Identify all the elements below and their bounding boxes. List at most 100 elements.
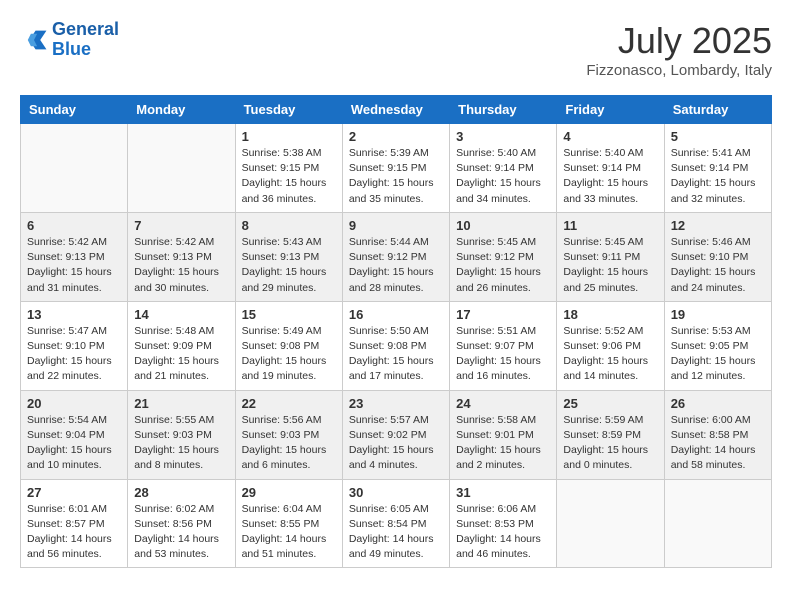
day-detail: Sunrise: 5:40 AMSunset: 9:14 PMDaylight:… <box>563 146 657 207</box>
calendar-cell: 29Sunrise: 6:04 AMSunset: 8:55 PMDayligh… <box>235 479 342 568</box>
day-detail: Sunrise: 5:43 AMSunset: 9:13 PMDaylight:… <box>242 235 336 296</box>
day-number: 3 <box>456 129 550 144</box>
day-detail: Sunrise: 5:50 AMSunset: 9:08 PMDaylight:… <box>349 324 443 385</box>
calendar-cell: 14Sunrise: 5:48 AMSunset: 9:09 PMDayligh… <box>128 301 235 390</box>
day-number: 15 <box>242 307 336 322</box>
day-number: 24 <box>456 396 550 411</box>
calendar-cell: 31Sunrise: 6:06 AMSunset: 8:53 PMDayligh… <box>450 479 557 568</box>
day-number: 13 <box>27 307 121 322</box>
calendar-cell: 16 Sunrise: 5:50 AMSunset: 9:08 PMDayligh… <box>342 301 449 390</box>
day-detail: Sunrise: 5:52 AMSunset: 9:06 PMDaylight:… <box>563 324 657 385</box>
day-detail: Sunrise: 5:56 AMSunset: 9:03 PMDaylight:… <box>242 413 336 474</box>
calendar-cell <box>557 479 664 568</box>
day-detail: Sunrise: 5:42 AMSunset: 9:13 PMDaylight:… <box>134 235 228 296</box>
day-number: 8 <box>242 218 336 233</box>
day-number: 19 <box>671 307 765 322</box>
calendar-cell: 5Sunrise: 5:41 AMSunset: 9:14 PMDaylight… <box>664 124 771 213</box>
logo-line2: Blue <box>52 39 91 59</box>
day-number: 2 <box>349 129 443 144</box>
calendar-cell: 26Sunrise: 6:00 AMSunset: 8:58 PMDayligh… <box>664 390 771 479</box>
weekday-header: Sunday <box>21 96 128 124</box>
day-detail: Sunrise: 5:45 AMSunset: 9:12 PMDaylight:… <box>456 235 550 296</box>
calendar-cell: 2 Sunrise: 5:39 AMSunset: 9:15 PMDaylight… <box>342 124 449 213</box>
day-detail: Sunrise: 5:58 AMSunset: 9:01 PMDaylight:… <box>456 413 550 474</box>
day-number: 7 <box>134 218 228 233</box>
logo: General Blue <box>20 20 119 60</box>
logo-text: General Blue <box>52 20 119 60</box>
day-number: 1 <box>242 129 336 144</box>
day-number: 20 <box>27 396 121 411</box>
day-detail: Sunrise: 6:06 AMSunset: 8:53 PMDaylight:… <box>456 502 550 563</box>
day-detail: Sunrise: 5:38 AMSunset: 9:15 PMDaylight:… <box>242 146 336 207</box>
calendar-cell: 21 Sunrise: 5:55 AMSunset: 9:03 PMDayligh… <box>128 390 235 479</box>
weekday-header: Tuesday <box>235 96 342 124</box>
day-detail: Sunrise: 5:55 AMSunset: 9:03 PMDaylight:… <box>134 413 228 474</box>
calendar-cell: 1 Sunrise: 5:38 AMSunset: 9:15 PMDaylight… <box>235 124 342 213</box>
calendar-cell: 18 Sunrise: 5:52 AMSunset: 9:06 PMDayligh… <box>557 301 664 390</box>
calendar-cell: 24 Sunrise: 5:58 AMSunset: 9:01 PMDayligh… <box>450 390 557 479</box>
day-detail: Sunrise: 6:05 AMSunset: 8:54 PMDaylight:… <box>349 502 443 563</box>
day-number: 14 <box>134 307 228 322</box>
page-header: General Blue July 2025 Fizzonasco, Lomba… <box>20 20 772 79</box>
day-detail: Sunrise: 5:53 AMSunset: 9:05 PMDaylight:… <box>671 324 765 385</box>
day-number: 9 <box>349 218 443 233</box>
day-number: 23 <box>349 396 443 411</box>
weekday-header: Thursday <box>450 96 557 124</box>
calendar-cell: 23 Sunrise: 5:57 AMSunset: 9:02 PMDayligh… <box>342 390 449 479</box>
calendar-cell: 9 Sunrise: 5:44 AMSunset: 9:12 PMDaylight… <box>342 212 449 301</box>
calendar-cell: 11 Sunrise: 5:45 AMSunset: 9:11 PMDayligh… <box>557 212 664 301</box>
calendar-cell <box>128 124 235 213</box>
day-detail: Sunrise: 5:42 AMSunset: 9:13 PMDaylight:… <box>27 235 121 296</box>
day-number: 17 <box>456 307 550 322</box>
day-detail: Sunrise: 5:51 AMSunset: 9:07 PMDaylight:… <box>456 324 550 385</box>
calendar-cell: 22 Sunrise: 5:56 AMSunset: 9:03 PMDayligh… <box>235 390 342 479</box>
weekday-header: Friday <box>557 96 664 124</box>
day-number: 4 <box>563 129 657 144</box>
weekday-header: Saturday <box>664 96 771 124</box>
day-number: 26 <box>671 396 765 411</box>
calendar-week-row: 6Sunrise: 5:42 AMSunset: 9:13 PMDaylight… <box>21 212 772 301</box>
title-block: July 2025 Fizzonasco, Lombardy, Italy <box>586 20 772 79</box>
calendar-week-row: 13 Sunrise: 5:47 AMSunset: 9:10 PMDayligh… <box>21 301 772 390</box>
day-detail: Sunrise: 5:59 AMSunset: 8:59 PMDaylight:… <box>563 413 657 474</box>
logo-line1: General <box>52 19 119 39</box>
day-number: 28 <box>134 485 228 500</box>
day-number: 11 <box>563 218 657 233</box>
weekday-header: Wednesday <box>342 96 449 124</box>
day-number: 16 <box>349 307 443 322</box>
calendar-week-row: 20 Sunrise: 5:54 AMSunset: 9:04 PMDayligh… <box>21 390 772 479</box>
calendar-cell: 13 Sunrise: 5:47 AMSunset: 9:10 PMDayligh… <box>21 301 128 390</box>
day-number: 27 <box>27 485 121 500</box>
day-detail: Sunrise: 5:47 AMSunset: 9:10 PMDaylight:… <box>27 324 121 385</box>
day-number: 12 <box>671 218 765 233</box>
day-number: 18 <box>563 307 657 322</box>
calendar-cell: 6Sunrise: 5:42 AMSunset: 9:13 PMDaylight… <box>21 212 128 301</box>
calendar-week-row: 1 Sunrise: 5:38 AMSunset: 9:15 PMDaylight… <box>21 124 772 213</box>
calendar-cell <box>21 124 128 213</box>
day-detail: Sunrise: 5:39 AMSunset: 9:15 PMDaylight:… <box>349 146 443 207</box>
calendar-cell: 3Sunrise: 5:40 AMSunset: 9:14 PMDaylight… <box>450 124 557 213</box>
day-detail: Sunrise: 6:02 AMSunset: 8:56 PMDaylight:… <box>134 502 228 563</box>
logo-icon <box>20 26 48 54</box>
day-detail: Sunrise: 5:44 AMSunset: 9:12 PMDaylight:… <box>349 235 443 296</box>
calendar-table: SundayMondayTuesdayWednesdayThursdayFrid… <box>20 95 772 568</box>
weekday-header: Monday <box>128 96 235 124</box>
calendar-cell: 27 Sunrise: 6:01 AMSunset: 8:57 PMDayligh… <box>21 479 128 568</box>
calendar-cell: 7 Sunrise: 5:42 AMSunset: 9:13 PMDaylight… <box>128 212 235 301</box>
day-number: 5 <box>671 129 765 144</box>
month-year: July 2025 <box>586 20 772 62</box>
calendar-cell: 30 Sunrise: 6:05 AMSunset: 8:54 PMDayligh… <box>342 479 449 568</box>
calendar-cell: 15Sunrise: 5:49 AMSunset: 9:08 PMDayligh… <box>235 301 342 390</box>
day-detail: Sunrise: 5:57 AMSunset: 9:02 PMDaylight:… <box>349 413 443 474</box>
day-detail: Sunrise: 5:45 AMSunset: 9:11 PMDaylight:… <box>563 235 657 296</box>
calendar-cell: 12 Sunrise: 5:46 AMSunset: 9:10 PMDayligh… <box>664 212 771 301</box>
day-number: 22 <box>242 396 336 411</box>
day-detail: Sunrise: 6:01 AMSunset: 8:57 PMDaylight:… <box>27 502 121 563</box>
calendar-cell: 10Sunrise: 5:45 AMSunset: 9:12 PMDayligh… <box>450 212 557 301</box>
day-number: 21 <box>134 396 228 411</box>
day-detail: Sunrise: 5:54 AMSunset: 9:04 PMDaylight:… <box>27 413 121 474</box>
day-number: 30 <box>349 485 443 500</box>
day-detail: Sunrise: 5:46 AMSunset: 9:10 PMDaylight:… <box>671 235 765 296</box>
calendar-cell: 4 Sunrise: 5:40 AMSunset: 9:14 PMDaylight… <box>557 124 664 213</box>
calendar-cell: 28 Sunrise: 6:02 AMSunset: 8:56 PMDayligh… <box>128 479 235 568</box>
